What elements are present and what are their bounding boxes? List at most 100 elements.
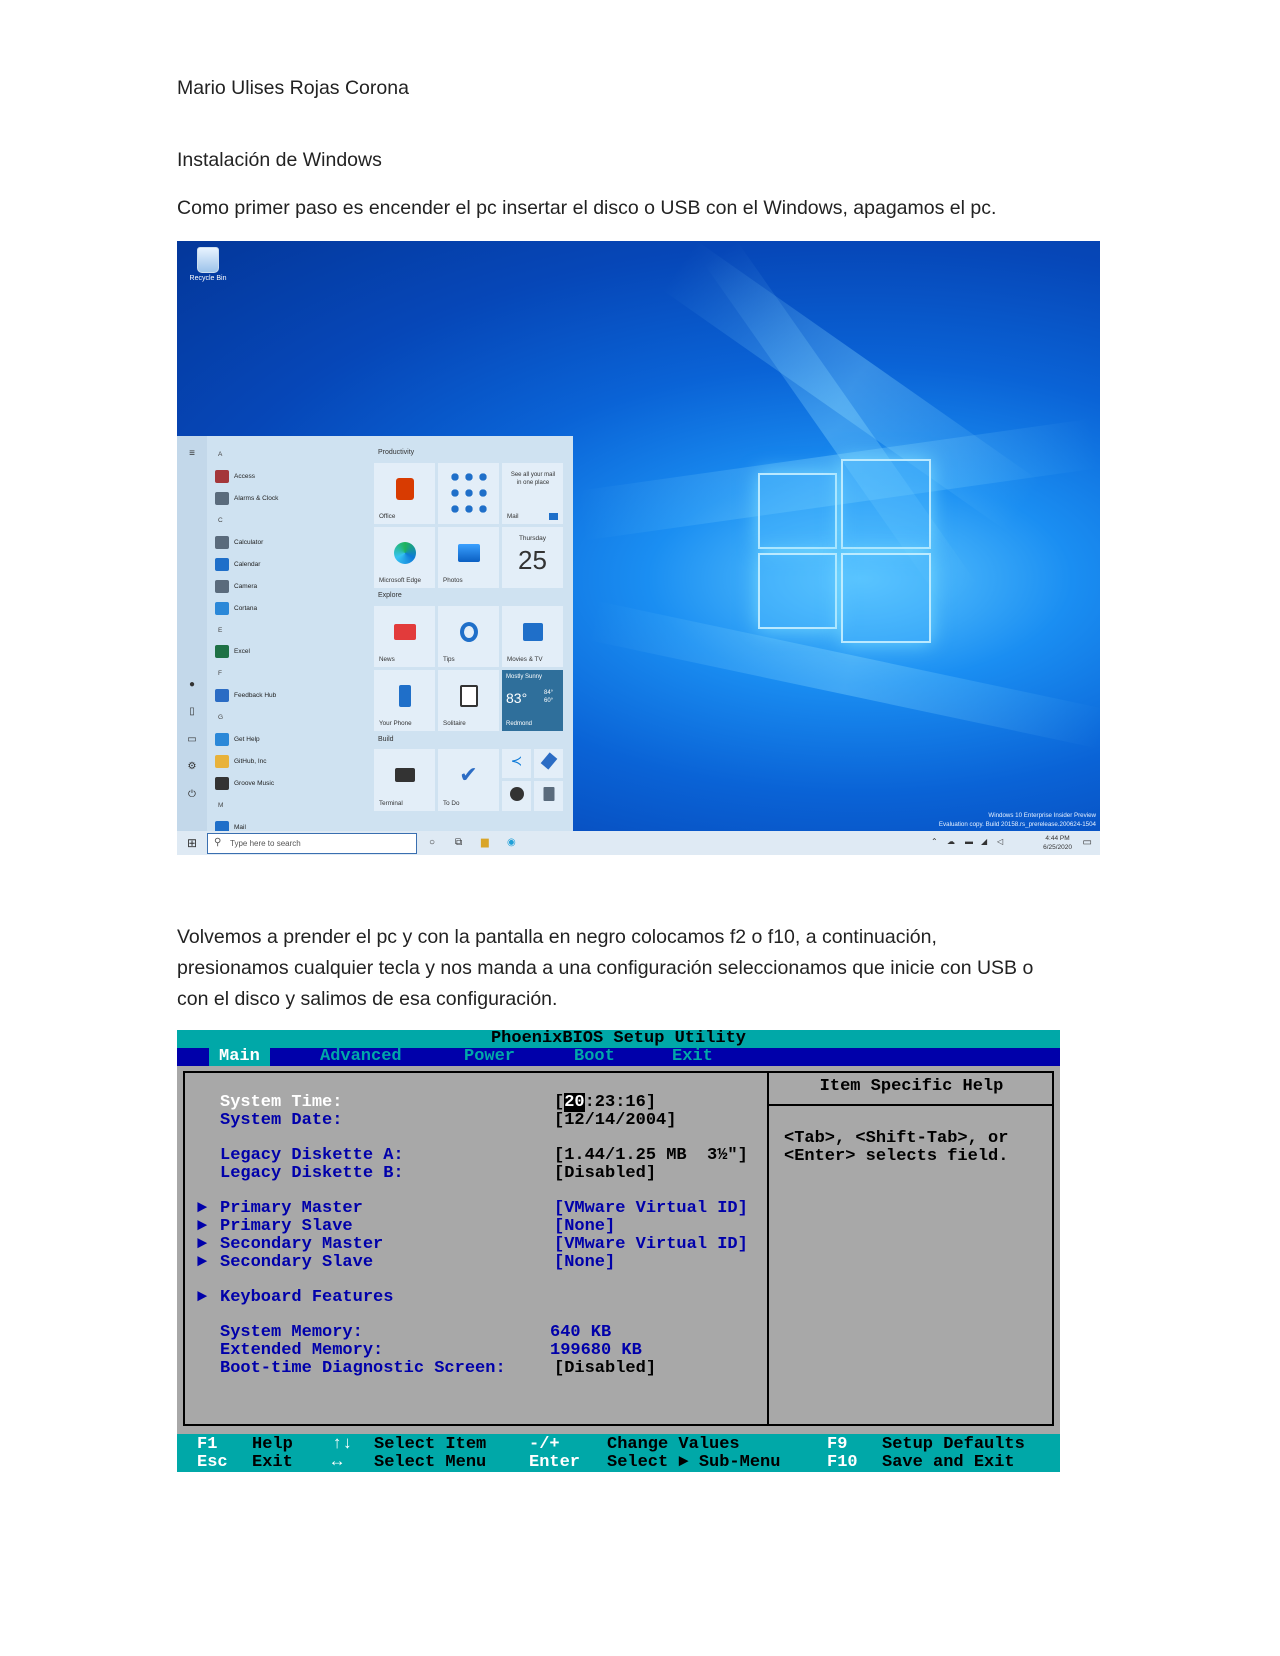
power-icon[interactable]: ⏻ [186,789,198,800]
network-icon[interactable]: ◢ [981,837,987,846]
app-list-letter-header[interactable]: G [215,707,365,729]
edge-taskbar-icon[interactable]: ◉ [507,837,516,848]
bios-key-f1-desc: Help [252,1435,293,1454]
tray-chevron-up-icon[interactable]: ⌃ [931,837,938,846]
bios-key-leftright-desc: Select Menu [374,1453,487,1472]
bios-menu-power[interactable]: Power [464,1048,515,1066]
app-label: G [218,714,224,722]
tile-solitaire[interactable]: Solitaire [438,670,499,731]
tile-weather[interactable]: Mostly Sunny 83° 84° 60° Redmond [502,670,563,731]
start-menu: ≡ ● ▯ ▭ ⚙ ⏻ A Access Alarms & Clock C Calcul… [177,436,573,834]
bios-primary-slave[interactable]: Primary Slave [220,1218,353,1236]
taskbar-search-box[interactable]: ⚲ Type here to search [207,833,417,854]
app-list-item[interactable]: Feedback Hub [215,685,365,707]
app-label: Groove Music [234,779,275,787]
author-name: Mario Ulises Rojas Corona [177,77,409,99]
taskbar-clock[interactable]: 4:44 PM 6/25/2020 [1043,834,1072,852]
bios-secondary-master[interactable]: Secondary Master [220,1236,383,1254]
bios-key-enter: Enter [529,1453,581,1472]
bios-floppy-a-value[interactable]: [1.44/1.25 MB 3½"] [554,1147,748,1165]
bios-title: PhoenixBIOS Setup Utility [490,1030,747,1048]
bios-menu-advanced[interactable]: Advanced [320,1048,402,1066]
app-label: Calculator [234,539,264,546]
app-list-item[interactable]: Calendar [215,553,365,575]
app-list-letter-header[interactable]: E [215,619,365,641]
tile-photos[interactable]: Photos [438,527,499,588]
bios-system-time-value[interactable]: [20:23:16] [554,1093,656,1112]
app-list-item[interactable]: Get Help [215,729,365,751]
bios-diagnostic-screen-value[interactable]: [Disabled] [554,1360,656,1378]
tile-calendar[interactable]: Thursday 25 [502,527,563,588]
tile-your-phone[interactable]: Your Phone [374,670,435,731]
bios-key-f10: F10 [827,1453,858,1472]
task-view-icon[interactable]: ⧉ [455,837,462,848]
tile-office[interactable]: Office [374,463,435,524]
bios-system-time-label: System Time: [220,1093,343,1112]
tile-office-apps[interactable] [438,463,499,524]
app-list-item[interactable]: GitHub, Inc [215,750,365,772]
bios-secondary-slave[interactable]: Secondary Slave [220,1254,373,1272]
cortana-circle-icon[interactable]: ○ [429,837,435,848]
volume-icon[interactable]: ◁ [997,837,1003,846]
bios-primary-master[interactable]: Primary Master [220,1200,363,1218]
recycle-bin[interactable]: Recycle Bin [185,247,231,282]
app-label: Get Help [234,736,260,744]
bios-arrow-icon: ► [197,1235,208,1254]
edge-icon [393,541,416,564]
tile-movies[interactable]: Movies & TV [502,606,563,667]
onedrive-cloud-icon[interactable]: ☁ [947,837,955,846]
tile-paint[interactable] [534,749,563,778]
bios-arrow-icon: ► [197,1199,208,1218]
tile-terminal[interactable]: Terminal [374,749,435,811]
bios-menu-boot[interactable]: Boot [574,1048,615,1066]
app-list-item[interactable]: Alarms & Clock [215,488,365,510]
tile-edge[interactable]: Microsoft Edge [374,527,435,588]
file-explorer-icon[interactable]: ▆ [481,837,489,848]
app-list-item[interactable]: Calculator [215,532,365,554]
bios-menu-exit[interactable]: Exit [672,1048,713,1066]
app-list-item[interactable]: Excel [215,641,365,663]
tile-calculator[interactable] [534,781,563,811]
tile-todo[interactable]: ✔ To Do [438,749,499,811]
bios-floppy-b-value[interactable]: [Disabled] [554,1165,656,1183]
tile-mail[interactable]: See all your mail in one place Mail [502,463,563,524]
app-list-item[interactable]: Groove Music [215,772,365,794]
app-list-item[interactable]: Access [215,466,365,488]
tile-github[interactable] [502,781,531,811]
notifications-icon[interactable]: ▭ [1083,837,1092,848]
bios-help-text: <Tab>, <Shift-Tab>, or <Enter> selects f… [784,1129,1009,1166]
start-windows-icon[interactable]: ⊞ [187,836,197,850]
calculator-icon [543,786,554,801]
app-list-letter-header[interactable]: M [215,794,365,816]
terminal-icon [394,768,415,783]
bios-setup-screenshot: PhoenixBIOS Setup Utility Main Advanced … [177,1030,1060,1472]
app-list-item[interactable]: Cortana [215,597,365,619]
app-list-letter-header[interactable]: F [215,663,365,685]
app-list-letter-header[interactable]: A [215,444,365,466]
user-avatar-icon[interactable]: ● [186,679,198,690]
tile-vscode[interactable]: ≺ [502,749,531,778]
paragraph-2-line-1: Volvemos a prender el pc y con la pantal… [177,926,937,948]
bios-menu-main[interactable]: Main [209,1048,270,1066]
tile-news[interactable]: News [374,606,435,667]
windows-desktop-screenshot: Recycle Bin ≡ ● ▯ ▭ ⚙ ⏻ A Access Alarms & … [177,241,1100,855]
search-icon: ⚲ [214,837,222,848]
app-label: Feedback Hub [234,692,277,700]
app-list-item[interactable]: Camera [215,575,365,597]
office-apps-grid-icon [448,469,490,517]
bios-system-date-value[interactable]: [12/14/2004] [554,1112,676,1130]
tile-tips[interactable]: Tips [438,606,499,667]
bios-key-esc-desc: Exit [252,1453,293,1472]
app-icon [215,645,229,659]
windows-logo-pane-br [841,553,931,643]
bios-primary-slave-value: [None] [554,1217,616,1236]
settings-gear-icon[interactable]: ⚙ [186,761,198,772]
app-icon [215,776,229,790]
app-label: F [218,670,222,678]
battery-icon[interactable]: ▬ [965,837,973,846]
documents-icon[interactable]: ▯ [186,706,198,717]
app-list-letter-header[interactable]: C [215,510,365,532]
bios-keyboard-features[interactable]: Keyboard Features [220,1289,393,1307]
pictures-icon[interactable]: ▭ [186,734,198,745]
hamburger-icon[interactable]: ≡ [186,448,198,459]
